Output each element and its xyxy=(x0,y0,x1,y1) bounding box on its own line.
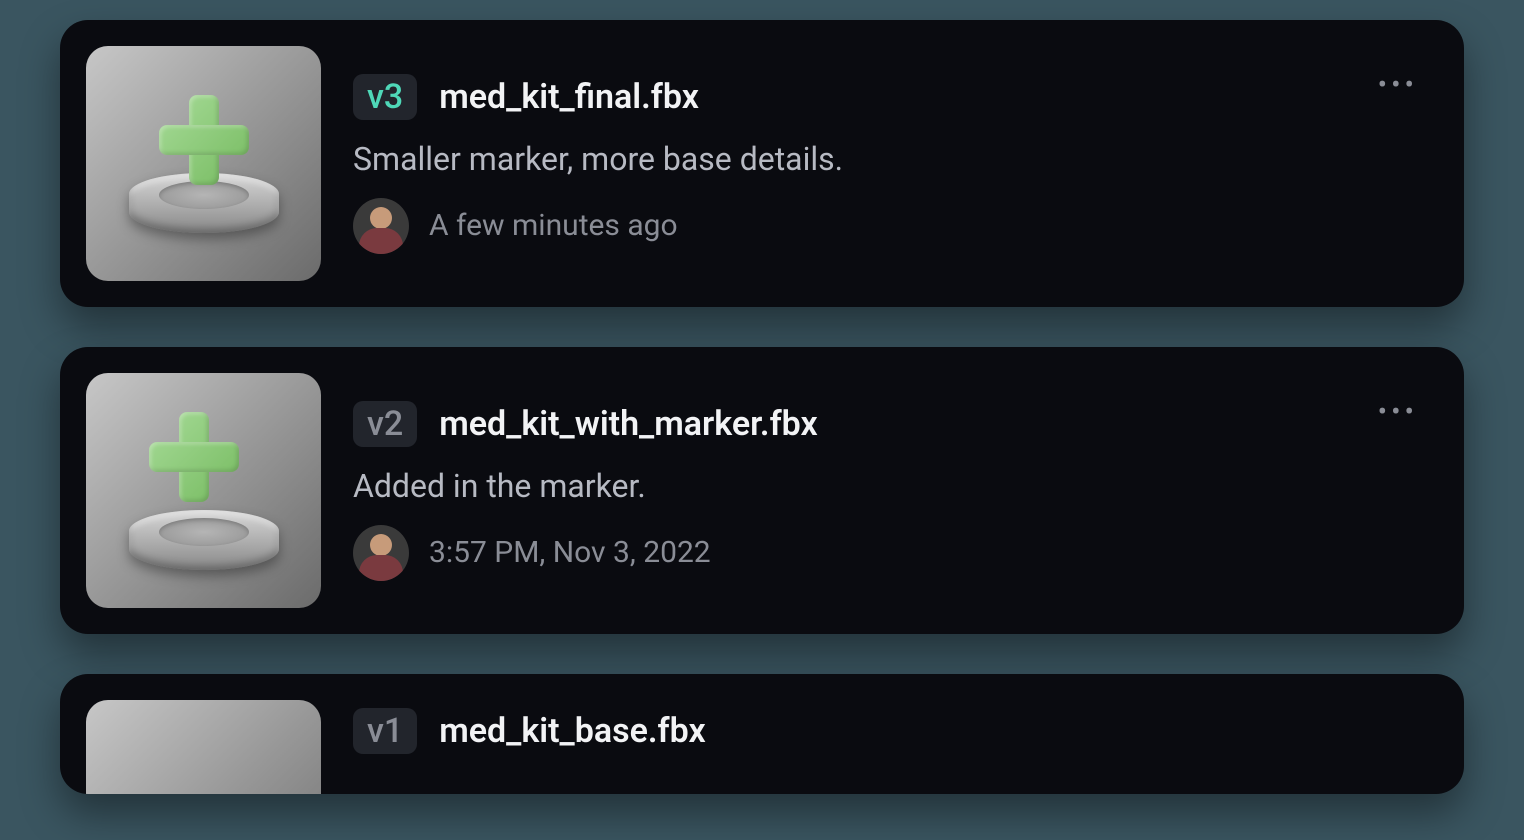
version-header-row: v3 med_kit_final.fbx xyxy=(353,74,1424,120)
version-filename: med_kit_base.fbx xyxy=(439,711,706,751)
version-card[interactable]: v2 med_kit_with_marker.fbx Added in the … xyxy=(60,347,1464,634)
version-header-row: v2 med_kit_with_marker.fbx xyxy=(353,401,1424,447)
asset-thumbnail[interactable] xyxy=(86,700,321,794)
version-description: Smaller marker, more base details. xyxy=(353,140,1424,178)
author-avatar[interactable] xyxy=(353,525,409,581)
ellipsis-icon: ••• xyxy=(1378,395,1418,428)
more-options-button[interactable]: ••• xyxy=(1372,64,1424,105)
asset-thumbnail[interactable] xyxy=(86,373,321,608)
version-description: Added in the marker. xyxy=(353,467,1424,505)
version-timestamp: A few minutes ago xyxy=(429,208,678,243)
version-badge: v1 xyxy=(353,708,417,754)
version-filename: med_kit_final.fbx xyxy=(439,77,699,117)
version-filename: med_kit_with_marker.fbx xyxy=(439,404,818,444)
more-options-button[interactable]: ••• xyxy=(1372,391,1424,432)
version-history-list: v3 med_kit_final.fbx Smaller marker, mor… xyxy=(60,20,1464,794)
version-card[interactable]: v1 med_kit_base.fbx xyxy=(60,674,1464,794)
version-card[interactable]: v3 med_kit_final.fbx Smaller marker, mor… xyxy=(60,20,1464,307)
medkit-model-icon xyxy=(104,64,304,264)
asset-thumbnail[interactable] xyxy=(86,46,321,281)
medkit-model-icon xyxy=(104,718,304,795)
version-card-body: v1 med_kit_base.fbx xyxy=(353,700,1424,754)
author-avatar[interactable] xyxy=(353,198,409,254)
version-badge: v3 xyxy=(353,74,417,120)
version-timestamp: 3:57 PM, Nov 3, 2022 xyxy=(429,535,711,570)
version-card-body: v3 med_kit_final.fbx Smaller marker, mor… xyxy=(353,74,1424,254)
version-header-row: v1 med_kit_base.fbx xyxy=(353,708,1424,754)
ellipsis-icon: ••• xyxy=(1378,68,1418,101)
medkit-model-icon xyxy=(104,391,304,591)
version-meta: A few minutes ago xyxy=(353,198,1424,254)
version-badge: v2 xyxy=(353,401,417,447)
version-card-body: v2 med_kit_with_marker.fbx Added in the … xyxy=(353,401,1424,581)
version-meta: 3:57 PM, Nov 3, 2022 xyxy=(353,525,1424,581)
